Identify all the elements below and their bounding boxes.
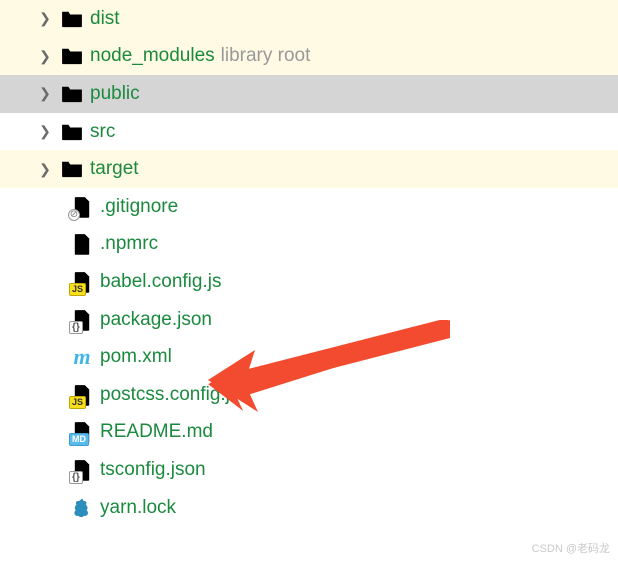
file-label: pom.xml	[100, 346, 172, 368]
folder-dist[interactable]: ❯ dist	[0, 0, 618, 38]
md-file-icon: MD	[70, 420, 94, 444]
file-postcss-config[interactable]: JS postcss.config.js	[0, 376, 618, 414]
file-label: yarn.lock	[100, 497, 176, 519]
json-file-icon: {}	[70, 458, 94, 482]
chevron-right-icon: ❯	[36, 10, 54, 27]
folder-label: dist	[90, 8, 120, 30]
folder-hint: library root	[221, 45, 311, 67]
js-file-icon: JS	[70, 383, 94, 407]
folder-node-modules[interactable]: ❯ node_modules library root	[0, 38, 618, 76]
folder-label: public	[90, 83, 140, 105]
json-file-icon: {}	[70, 308, 94, 332]
folder-icon	[60, 44, 84, 68]
js-file-icon: JS	[70, 270, 94, 294]
folder-label: target	[90, 158, 139, 180]
maven-file-icon: m	[70, 345, 94, 369]
folder-icon	[60, 120, 84, 144]
folder-label: src	[90, 121, 115, 143]
folder-label: node_modules	[90, 45, 215, 67]
folder-icon	[60, 7, 84, 31]
file-yarn-lock[interactable]: yarn.lock	[0, 489, 618, 527]
folder-icon	[60, 82, 84, 106]
file-label: package.json	[100, 309, 212, 331]
file-label: .gitignore	[100, 196, 178, 218]
file-label: postcss.config.js	[100, 384, 239, 406]
file-pom-xml[interactable]: m pom.xml	[0, 338, 618, 376]
file-gitignore[interactable]: .gitignore	[0, 188, 618, 226]
chevron-right-icon: ❯	[36, 85, 54, 102]
chevron-right-icon: ❯	[36, 48, 54, 65]
file-label: tsconfig.json	[100, 459, 206, 481]
yarn-file-icon	[70, 496, 94, 520]
folder-src[interactable]: ❯ src	[0, 113, 618, 151]
folder-public[interactable]: ❯ public	[0, 75, 618, 113]
file-label: babel.config.js	[100, 271, 221, 293]
folder-icon	[60, 157, 84, 181]
file-readme[interactable]: MD README.md	[0, 414, 618, 452]
ignore-file-icon	[70, 195, 94, 219]
chevron-right-icon: ❯	[36, 123, 54, 140]
chevron-right-icon: ❯	[36, 161, 54, 178]
watermark: CSDN @老码龙	[532, 540, 610, 556]
file-npmrc[interactable]: .npmrc	[0, 226, 618, 264]
folder-target[interactable]: ❯ target	[0, 150, 618, 188]
file-label: README.md	[100, 421, 213, 443]
file-label: .npmrc	[100, 233, 158, 255]
project-tree: ❯ dist ❯ node_modules library root ❯ pub…	[0, 0, 618, 526]
file-icon	[70, 232, 94, 256]
file-tsconfig[interactable]: {} tsconfig.json	[0, 451, 618, 489]
file-package-json[interactable]: {} package.json	[0, 301, 618, 339]
file-babel-config[interactable]: JS babel.config.js	[0, 263, 618, 301]
